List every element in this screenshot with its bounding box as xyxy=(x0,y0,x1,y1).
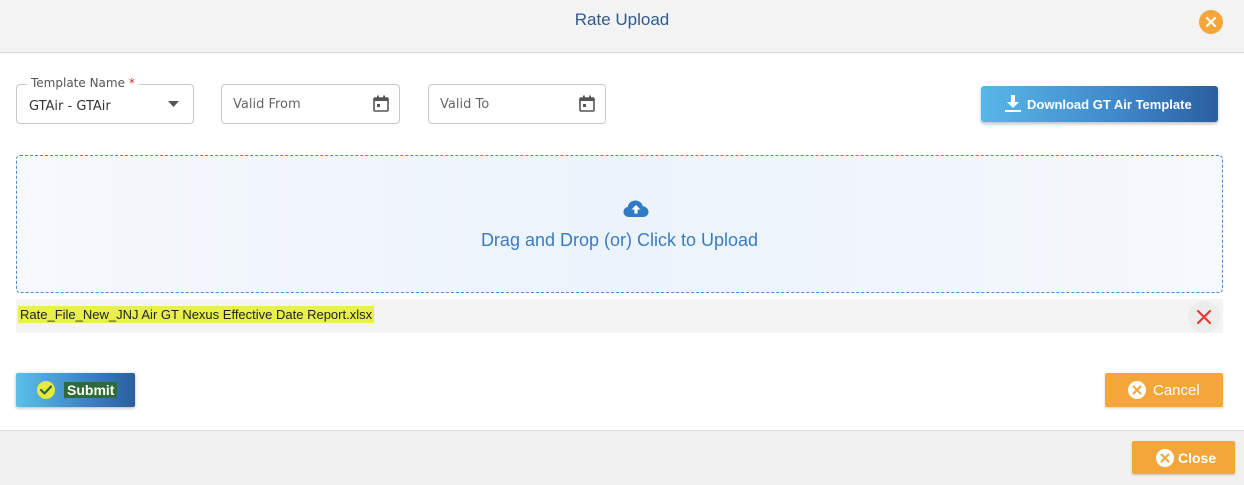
upload-dropzone[interactable]: Drag and Drop (or) Click to Upload xyxy=(16,155,1223,293)
file-name: Rate_File_New_JNJ Air GT Nexus Effective… xyxy=(18,306,375,323)
selected-file-row: Rate_File_New_JNJ Air GT Nexus Effective… xyxy=(16,299,1223,333)
dialog-title: Rate Upload xyxy=(574,10,670,29)
cancel-button[interactable]: Cancel xyxy=(1105,373,1223,407)
dropzone-text: Drag and Drop (or) Click to Upload xyxy=(480,230,759,250)
template-name-label: Template Name * xyxy=(27,76,139,90)
close-circle-icon xyxy=(1128,381,1146,399)
calendar-icon[interactable] xyxy=(373,95,389,112)
close-label: Close xyxy=(1178,450,1217,466)
submit-label: Submit xyxy=(64,382,118,398)
template-name-value: GTAir - GTAir xyxy=(29,99,111,114)
header-close-button[interactable] xyxy=(1199,10,1223,34)
cloud-upload-icon xyxy=(623,200,649,217)
valid-from-field[interactable]: Valid From xyxy=(221,84,400,124)
dialog-footer: Close xyxy=(0,430,1244,485)
close-circle-icon xyxy=(1156,449,1174,467)
cancel-label: Cancel xyxy=(1153,382,1200,399)
valid-to-field[interactable]: Valid To xyxy=(428,84,606,124)
submit-button[interactable]: Submit xyxy=(16,373,135,407)
dialog-header: Rate Upload xyxy=(0,0,1244,53)
x-icon xyxy=(1196,309,1212,325)
valid-from-placeholder: Valid From xyxy=(233,97,301,112)
download-template-button[interactable]: Download GT Air Template xyxy=(981,86,1218,122)
download-icon xyxy=(1005,95,1021,112)
download-template-label: Download GT Air Template xyxy=(1027,97,1192,112)
template-name-select[interactable]: Template Name * GTAir - GTAir xyxy=(16,76,194,124)
caret-down-icon xyxy=(168,101,179,107)
valid-to-placeholder: Valid To xyxy=(440,97,490,112)
close-button[interactable]: Close xyxy=(1132,441,1235,474)
check-circle-icon xyxy=(37,381,55,399)
remove-file-button[interactable] xyxy=(1188,301,1220,333)
calendar-icon[interactable] xyxy=(579,95,595,112)
close-icon xyxy=(1205,16,1217,28)
